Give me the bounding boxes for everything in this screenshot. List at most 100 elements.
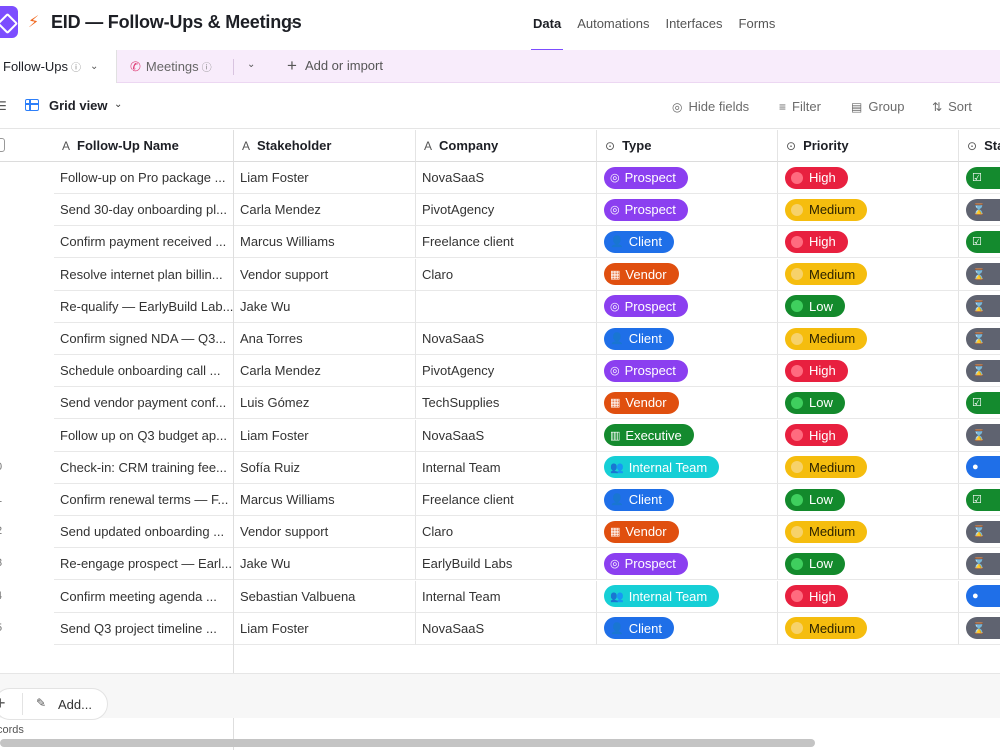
cell-priority[interactable]: Medium xyxy=(778,194,959,227)
cell-follow-up-name[interactable]: Confirm payment received ... xyxy=(54,226,234,259)
column-header-stakeholder[interactable]: A Stakeholder xyxy=(234,130,416,162)
cell-company[interactable]: Freelance client xyxy=(416,484,597,516)
nav-forms[interactable]: Forms xyxy=(739,16,776,31)
cell-company[interactable]: Claro xyxy=(416,516,597,549)
cell-status[interactable]: ● xyxy=(959,452,1000,484)
table-row[interactable]: 4 Confirm meeting agenda ...Sebastian Val… xyxy=(0,580,1000,613)
cell-stakeholder[interactable]: Luis Gómez xyxy=(234,387,416,420)
base-title[interactable]: EID — Follow-Ups & Meetings xyxy=(51,12,302,33)
cell-company[interactable]: Freelance client xyxy=(416,226,597,259)
cell-follow-up-name[interactable]: Follow up on Q3 budget ap... xyxy=(54,419,234,452)
cell-status[interactable]: ⌛ xyxy=(959,516,1000,549)
cell-priority[interactable]: Low xyxy=(778,548,959,581)
cell-follow-up-name[interactable]: Re-engage prospect — Earl... xyxy=(54,548,234,581)
cell-status[interactable]: ☑ xyxy=(959,226,1000,259)
cell-type[interactable]: 👤 Client xyxy=(597,226,778,259)
cell-company[interactable]: Claro xyxy=(416,258,597,291)
table-row[interactable]: 5 Send Q3 project timeline ...Liam Foster… xyxy=(0,612,1000,645)
cell-stakeholder[interactable]: Liam Foster xyxy=(234,612,416,645)
cell-priority[interactable]: Medium xyxy=(778,323,959,355)
cell-status[interactable]: ● xyxy=(959,581,1000,613)
table-row[interactable]: 3 Re-engage prospect — Earl...Jake WuEarl… xyxy=(0,548,1000,581)
cell-type[interactable]: 👤 Client xyxy=(597,484,778,516)
app-logo-icon[interactable] xyxy=(0,6,18,38)
cell-company[interactable]: Internal Team xyxy=(416,580,597,613)
table-row[interactable]: 0 Check-in: CRM training fee...Sofía Ruiz… xyxy=(0,451,1000,484)
cell-follow-up-name[interactable]: Resolve internet plan billin... xyxy=(54,258,234,291)
cell-stakeholder[interactable]: Jake Wu xyxy=(234,290,416,323)
table-row[interactable]: 2 Send updated onboarding ...Vendor suppo… xyxy=(0,516,1000,549)
table-row[interactable]: Re-qualify — EarlyBuild Lab... Jake Wu ◎ Pr… xyxy=(0,290,1000,323)
cell-company[interactable]: NovaSaaS xyxy=(416,612,597,645)
add-record-plus-icon[interactable]: + xyxy=(0,693,6,714)
cell-company[interactable]: Internal Team xyxy=(416,451,597,484)
cell-stakeholder[interactable]: Carla Mendez xyxy=(234,355,416,388)
cell-status[interactable]: ☑ xyxy=(959,484,1000,516)
cell-priority[interactable]: Low xyxy=(778,387,959,420)
hide-fields-button[interactable]: ◎ Hide fields xyxy=(672,99,749,114)
cell-stakeholder[interactable]: Carla Mendez xyxy=(234,194,416,227)
cell-stakeholder[interactable]: Liam Foster xyxy=(234,419,416,452)
cell-follow-up-name[interactable]: Send Q3 project timeline ... xyxy=(54,612,234,645)
cell-follow-up-name[interactable]: Confirm signed NDA — Q3... xyxy=(54,323,234,355)
cell-follow-up-name[interactable]: Schedule onboarding call ... xyxy=(54,355,234,388)
table-row[interactable]: Follow-up on Pro package ... Liam Foster N… xyxy=(0,162,1000,194)
cell-type[interactable]: 👤 Client xyxy=(597,323,778,355)
cell-priority[interactable]: Medium xyxy=(778,451,959,484)
cell-stakeholder[interactable]: Liam Foster xyxy=(234,162,416,194)
cell-type[interactable]: ◎ Prospect xyxy=(597,162,778,194)
column-header-priority[interactable]: ⊙ Priority xyxy=(778,130,959,162)
group-button[interactable]: ▤ Group xyxy=(851,99,904,114)
cell-follow-up-name[interactable]: Confirm renewal terms — F... xyxy=(54,484,234,516)
column-header-company[interactable]: A Company xyxy=(416,130,597,162)
cell-stakeholder[interactable]: Vendor support xyxy=(234,258,416,291)
column-header-type[interactable]: ⊙ Type xyxy=(597,130,778,162)
cell-priority[interactable]: High xyxy=(778,355,959,388)
cell-type[interactable]: ▥ Executive xyxy=(597,419,778,452)
table-row[interactable]: Schedule onboarding call ... Carla Mendez… xyxy=(0,355,1000,388)
nav-interfaces[interactable]: Interfaces xyxy=(665,16,722,31)
cell-stakeholder[interactable]: Sofía Ruiz xyxy=(234,451,416,484)
cell-follow-up-name[interactable]: Follow-up on Pro package ... xyxy=(54,162,234,194)
chevron-down-icon[interactable]: ⌄ xyxy=(114,99,122,110)
cell-stakeholder[interactable]: Marcus Williams xyxy=(234,226,416,259)
cell-status[interactable]: ⌛ xyxy=(959,548,1000,581)
magic-wand-icon[interactable]: ✎ xyxy=(36,696,46,710)
tab-meetings[interactable]: ✆ Meetings ⓘ xyxy=(130,50,212,83)
table-row[interactable]: Send vendor payment conf... Luis Gómez Tec… xyxy=(0,387,1000,420)
cell-company[interactable]: PivotAgency xyxy=(416,194,597,227)
cell-company[interactable] xyxy=(416,290,597,323)
table-row[interactable]: 1 Confirm renewal terms — F...Marcus Will… xyxy=(0,484,1000,516)
cell-stakeholder[interactable]: Jake Wu xyxy=(234,548,416,581)
cell-priority[interactable]: Low xyxy=(778,484,959,516)
cell-stakeholder[interactable]: Ana Torres xyxy=(234,323,416,355)
cell-type[interactable]: ▦ Vendor xyxy=(597,387,778,420)
cell-status[interactable]: ⌛ xyxy=(959,194,1000,227)
cell-type[interactable]: ◎ Prospect xyxy=(597,355,778,388)
column-header-status[interactable]: ⊙ Sta xyxy=(959,130,1000,162)
horizontal-scrollbar[interactable] xyxy=(0,739,815,747)
chevron-down-icon[interactable]: ⌄ xyxy=(247,59,255,70)
table-row[interactable]: Follow up on Q3 budget ap... Liam Foster N… xyxy=(0,419,1000,452)
table-row[interactable]: Resolve internet plan billin... Vendor su… xyxy=(0,258,1000,291)
cell-priority[interactable]: Medium xyxy=(778,612,959,645)
cell-status[interactable]: ⌛ xyxy=(959,420,1000,452)
cell-stakeholder[interactable]: Marcus Williams xyxy=(234,484,416,516)
cell-status[interactable]: ⌛ xyxy=(959,259,1000,291)
cell-company[interactable]: NovaSaaS xyxy=(416,162,597,194)
cell-type[interactable]: ▦ Vendor xyxy=(597,258,778,291)
cell-type[interactable]: ▦ Vendor xyxy=(597,516,778,549)
tab-follow-ups[interactable]: Follow-Ups ⓘ ⌄ xyxy=(0,50,117,83)
cell-status[interactable]: ⌛ xyxy=(959,613,1000,645)
table-row[interactable]: Confirm payment received ... Marcus Willi… xyxy=(0,226,1000,259)
view-name[interactable]: Grid view xyxy=(49,98,108,113)
cell-follow-up-name[interactable]: Check-in: CRM training fee... xyxy=(54,451,234,484)
nav-automations[interactable]: Automations xyxy=(577,16,649,31)
cell-priority[interactable]: High xyxy=(778,162,959,194)
menu-icon[interactable]: ☰ xyxy=(0,99,7,113)
cell-priority[interactable]: High xyxy=(778,226,959,259)
cell-type[interactable]: 👤 Client xyxy=(597,612,778,645)
cell-status[interactable]: ☑ xyxy=(959,387,1000,420)
cell-status[interactable]: ⌛ xyxy=(959,355,1000,388)
cell-follow-up-name[interactable]: Send 30-day onboarding pl... xyxy=(54,194,234,227)
